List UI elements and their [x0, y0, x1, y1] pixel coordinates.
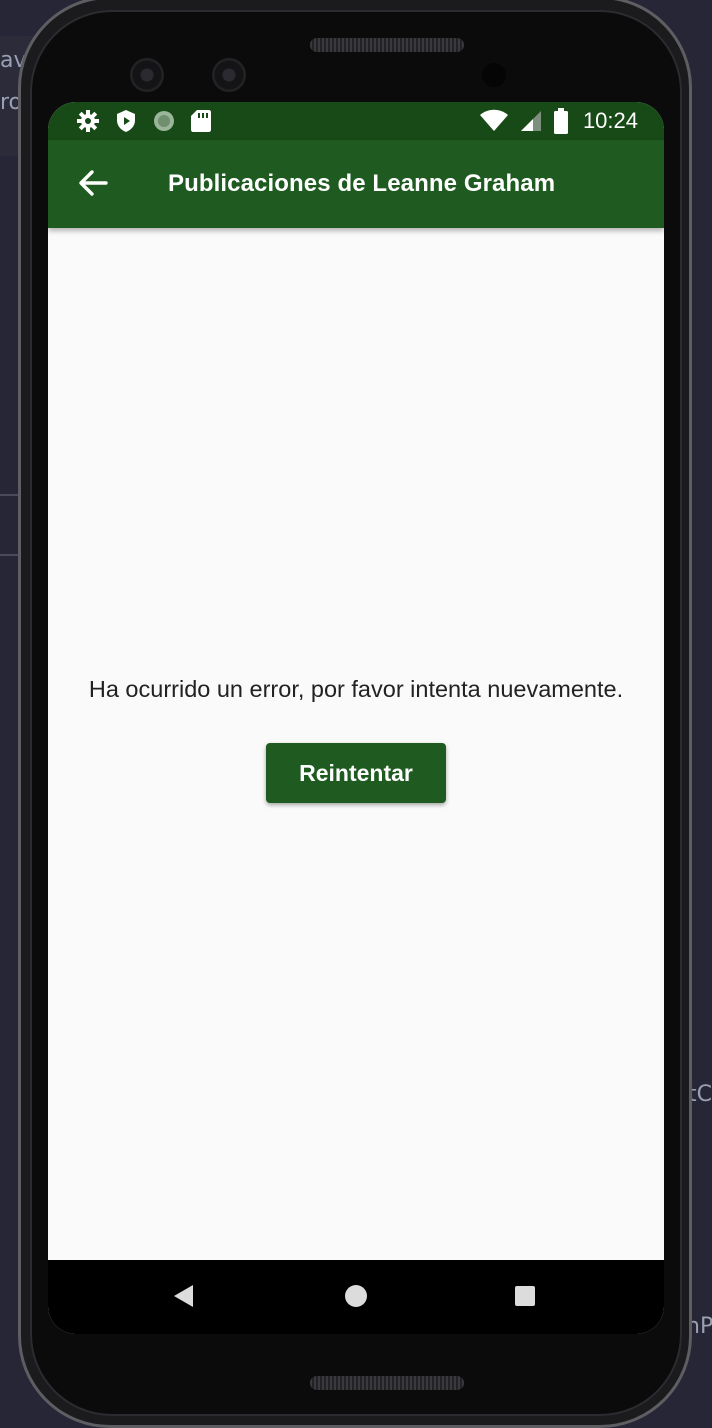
sd-card-icon	[191, 110, 211, 132]
back-triangle-icon[interactable]	[174, 1285, 193, 1307]
front-camera-icon	[130, 58, 164, 92]
shield-icon	[117, 110, 135, 132]
system-navigation-bar	[48, 1260, 664, 1334]
battery-icon	[553, 108, 568, 134]
main-content: Ha ocurrido un error, por favor intenta …	[48, 228, 664, 1260]
app-bar: Publicaciones de Leanne Graham	[48, 140, 664, 228]
bottom-speaker	[310, 1376, 464, 1390]
top-speaker	[310, 38, 464, 52]
wifi-icon	[479, 109, 508, 131]
status-left-icons	[76, 109, 212, 133]
home-circle-icon[interactable]	[345, 1285, 367, 1307]
error-message: Ha ocurrido un error, por favor intenta …	[88, 676, 624, 702]
front-camera-icon	[212, 58, 246, 92]
recents-square-icon[interactable]	[515, 1286, 535, 1306]
page-title: Publicaciones de Leanne Graham	[168, 170, 556, 197]
status-right-icons: 10:24	[479, 108, 638, 134]
status-bar: 10:24	[48, 102, 664, 140]
signal-icon	[520, 111, 541, 131]
retry-button[interactable]: Reintentar	[266, 743, 446, 803]
proximity-sensor	[482, 63, 506, 87]
arrow-back-icon[interactable]	[76, 166, 110, 200]
sync-icon	[154, 111, 174, 131]
settings-icon	[77, 110, 99, 132]
device-screen: 10:24 Publicaciones de Leanne Graham Ha …	[48, 102, 664, 1334]
status-clock: 10:24	[582, 108, 638, 133]
